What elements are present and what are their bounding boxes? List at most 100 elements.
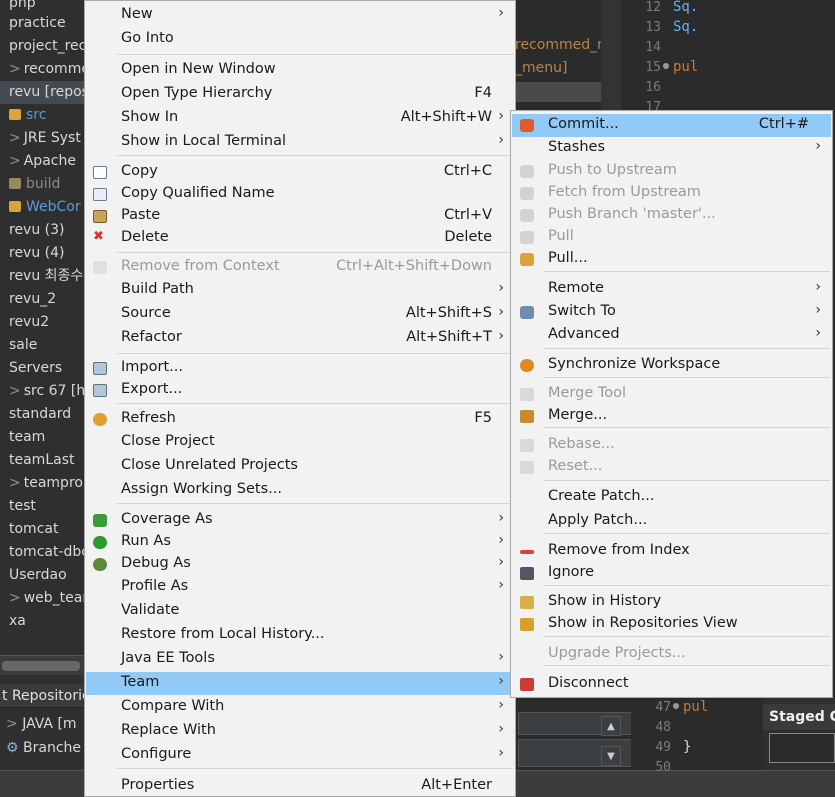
team-item-pull[interactable]: Pull... [512, 248, 831, 271]
menu-item-coverage-as[interactable]: Coverage As › [86, 509, 514, 532]
project-tree-item[interactable]: revu [repos [0, 81, 89, 104]
menu-item-assign-working-sets[interactable]: Assign Working Sets... [86, 479, 514, 502]
menu-item-close-unrelated-projects[interactable]: Close Unrelated Projects [86, 455, 514, 478]
menu-item-open-type-hierarchy[interactable]: Open Type Hierarchy F4 [86, 83, 514, 106]
team-item-show-in-history[interactable]: Show in History [512, 591, 831, 614]
project-tree-item[interactable]: revu_2 [0, 288, 84, 311]
team-item-push-branch-master[interactable]: Push Branch 'master'... [512, 204, 831, 227]
expand-arrow-icon[interactable]: > [9, 130, 21, 146]
project-tree-item[interactable]: xa [0, 610, 84, 633]
team-item-ignore[interactable]: Ignore [512, 562, 831, 585]
project-tree-item[interactable]: teamLast [0, 449, 84, 472]
menu-item-replace-with[interactable]: Replace With › [86, 720, 514, 743]
menu-item-debug-as[interactable]: Debug As › [86, 553, 514, 576]
menu-item-properties[interactable]: Properties Alt+Enter [86, 775, 514, 797]
project-tree-item[interactable]: src [0, 104, 84, 127]
team-item-stashes[interactable]: Stashes › [512, 137, 831, 160]
menu-item-show-in-local-terminal[interactable]: Show in Local Terminal › [86, 131, 514, 154]
menu-item-refactor[interactable]: Refactor Alt+Shift+T › [86, 327, 514, 350]
menu-item-java-ee-tools[interactable]: Java EE Tools › [86, 648, 514, 671]
menu-item-import[interactable]: Import... [86, 357, 514, 380]
project-tree-item[interactable]: team [0, 426, 84, 449]
menu-item-go-into[interactable]: Go Into [86, 28, 514, 51]
team-item-pull[interactable]: Pull [512, 226, 831, 249]
code-editor[interactable]: 12 Sq. 13 Sq. 14 15 pul 16 17 [621, 0, 835, 115]
team-item-push-to-upstream[interactable]: Push to Upstream [512, 160, 831, 183]
explorer-horizontal-scrollbar[interactable] [0, 655, 84, 675]
project-tree-item[interactable]: revu 최종수 [0, 265, 84, 288]
code-line[interactable]: 13 Sq. [621, 17, 835, 37]
menu-item-export[interactable]: Export... [86, 379, 514, 402]
menu-item-restore-from-local-history[interactable]: Restore from Local History... [86, 624, 514, 647]
project-tree-item[interactable]: sale [0, 334, 84, 357]
project-tree-item[interactable]: practice [0, 12, 84, 35]
code-line[interactable]: 12 Sq. [621, 0, 835, 17]
expand-arrow-icon[interactable]: > [9, 590, 21, 606]
project-tree-item[interactable]: tomcat-dbc [0, 541, 89, 564]
menu-item-configure[interactable]: Configure › [86, 744, 514, 767]
scrollbar-thumb[interactable] [2, 661, 80, 671]
menu-item-delete[interactable]: ✖ Delete Delete [86, 227, 514, 250]
team-item-switch-to[interactable]: Switch To › [512, 301, 831, 324]
menu-item-close-project[interactable]: Close Project [86, 431, 514, 454]
project-tree-item[interactable]: WebCor [0, 196, 84, 219]
repositories-view-tab[interactable]: t Repositorie [0, 684, 84, 708]
project-tree-item[interactable]: project_rec [0, 35, 86, 58]
project-tree-item[interactable]: > web_tear [0, 587, 88, 610]
staged-changes-list[interactable] [769, 733, 835, 763]
spinner-up-icon[interactable]: ▲ [601, 716, 621, 736]
project-tree-item[interactable]: standard [0, 403, 84, 426]
team-item-synchronize-workspace[interactable]: Synchronize Workspace [512, 354, 831, 377]
expand-arrow-icon[interactable]: > [9, 153, 21, 169]
team-item-show-in-repositories-view[interactable]: Show in Repositories View [512, 613, 831, 636]
project-tree-item[interactable]: > teampro [0, 472, 84, 495]
team-item-disconnect[interactable]: Disconnect [512, 673, 831, 696]
menu-item-refresh[interactable]: Refresh F5 [86, 408, 514, 431]
team-item-create-patch[interactable]: Create Patch... [512, 486, 831, 509]
team-item-remove-from-index[interactable]: Remove from Index [512, 540, 831, 563]
project-tree-item[interactable]: > JRE Syst [0, 127, 84, 150]
team-item-commit[interactable]: Commit... Ctrl+# [512, 114, 831, 137]
project-tree-item[interactable]: Userdao [0, 564, 84, 587]
team-item-upgrade-projects[interactable]: Upgrade Projects... [512, 643, 831, 666]
expand-arrow-icon[interactable]: > [9, 475, 21, 491]
project-tree-item[interactable]: revu (3) [0, 219, 84, 242]
team-item-reset[interactable]: Reset... [512, 456, 831, 479]
code-editor-bottom[interactable]: 47 pul 48 49} 50 [631, 697, 763, 775]
branches-node[interactable]: ⚙ Branche [6, 740, 81, 756]
team-item-remote[interactable]: Remote › [512, 278, 831, 301]
project-tree-item[interactable]: revu2 [0, 311, 84, 334]
code-line[interactable]: 16 [621, 77, 835, 97]
team-item-advanced[interactable]: Advanced › [512, 324, 831, 347]
project-tree-item[interactable]: > Apache [0, 150, 84, 173]
menu-item-source[interactable]: Source Alt+Shift+S › [86, 303, 514, 326]
team-item-fetch-from-upstream[interactable]: Fetch from Upstream [512, 182, 831, 205]
spinner-down-icon[interactable]: ▼ [601, 746, 621, 766]
menu-item-show-in[interactable]: Show In Alt+Shift+W › [86, 107, 514, 130]
menu-item-new[interactable]: New › [86, 4, 514, 27]
project-tree-item[interactable]: revu (4) [0, 242, 84, 265]
menu-item-team[interactable]: Team › [86, 672, 514, 695]
team-item-merge-tool[interactable]: Merge Tool [512, 383, 831, 406]
menu-item-run-as[interactable]: Run As › [86, 531, 514, 554]
expand-arrow-icon[interactable]: > [9, 383, 21, 399]
menu-item-paste[interactable]: Paste Ctrl+V [86, 205, 514, 228]
project-tree-item[interactable]: build [0, 173, 84, 196]
menu-item-copy-qualified-name[interactable]: Copy Qualified Name [86, 183, 514, 206]
project-tree-item[interactable]: Servers [0, 357, 84, 380]
menu-item-copy[interactable]: Copy Ctrl+C [86, 161, 514, 184]
project-tree-item[interactable]: test [0, 495, 84, 518]
project-tree-item[interactable]: > src 67 [h [0, 380, 85, 403]
menu-item-remove-from-context[interactable]: Remove from Context Ctrl+Alt+Shift+Down [86, 256, 514, 279]
team-item-apply-patch[interactable]: Apply Patch... [512, 510, 831, 533]
expand-arrow-icon[interactable]: > [9, 61, 21, 77]
menu-item-open-in-new-window[interactable]: Open in New Window [86, 59, 514, 82]
menu-item-build-path[interactable]: Build Path › [86, 279, 514, 302]
code-line[interactable]: 15 pul [621, 57, 835, 77]
menu-item-compare-with[interactable]: Compare With › [86, 696, 514, 719]
menu-item-profile-as[interactable]: Profile As › [86, 576, 514, 599]
team-item-rebase[interactable]: Rebase... [512, 434, 831, 457]
project-tree-item[interactable]: tomcat [0, 518, 84, 541]
code-line[interactable]: 14 [621, 37, 835, 57]
team-item-merge[interactable]: Merge... [512, 405, 831, 428]
